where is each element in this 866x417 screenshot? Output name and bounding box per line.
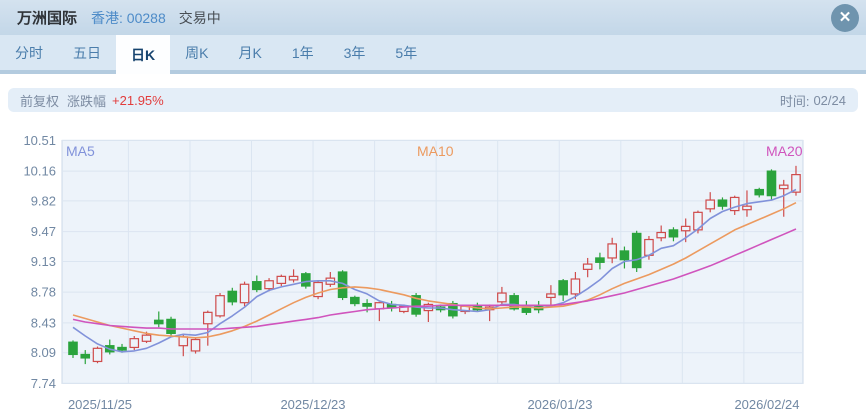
trading-status: 交易中 (179, 8, 221, 28)
candle-body (302, 274, 310, 286)
candle-body (706, 200, 714, 209)
candle-body (632, 233, 640, 267)
x-axis-label: 2025/12/23 (280, 397, 345, 412)
x-axis-label: 2026/01/23 (527, 397, 592, 412)
candle-body (743, 206, 751, 210)
candle (632, 231, 640, 272)
candle-body (142, 335, 150, 341)
candle-body (69, 342, 77, 354)
ma5-label: MA5 (66, 143, 95, 159)
candle-body (228, 291, 236, 302)
candle-body (118, 347, 126, 350)
candle (130, 336, 138, 350)
candle (314, 281, 322, 299)
y-axis-tick: 9.82 (31, 193, 56, 208)
period-tabs: 分时五日日K周K月K1年3年5年 (0, 35, 866, 74)
tab-month-k[interactable]: 月K (223, 35, 276, 70)
candle (167, 317, 175, 336)
tab-day-k[interactable]: 日K (116, 35, 170, 74)
close-icon: ✕ (839, 9, 852, 26)
candle-body (204, 312, 212, 323)
candle-body (253, 282, 261, 290)
candle-body (767, 171, 775, 196)
candle-body (583, 264, 591, 269)
candle-body (93, 348, 101, 361)
candle-body (81, 354, 89, 358)
candle-body (718, 200, 726, 206)
y-axis-tick: 8.43 (31, 315, 56, 330)
candle (216, 293, 224, 318)
candle (767, 169, 775, 200)
stock-code: 香港: 00288 (91, 8, 166, 28)
candle-body (363, 304, 371, 307)
candle-body (780, 185, 788, 189)
candle (191, 338, 199, 354)
tab-minute[interactable]: 分时 (0, 35, 58, 70)
chart-canvas[interactable]: MA5 MA10 MA20 10.51 10.16 9.82 9.47 9.13 8.78 8.4… (0, 118, 866, 417)
candle-body (265, 281, 273, 289)
candle-body (191, 340, 199, 351)
y-axis-tick: 9.13 (31, 254, 56, 269)
candle-body (608, 244, 616, 258)
tab-1y[interactable]: 1年 (277, 35, 329, 70)
y-axis-tick: 8.09 (31, 345, 56, 360)
candle (302, 272, 310, 289)
time-label: 时间: (780, 91, 810, 110)
candle-body (216, 296, 224, 316)
ma10-label: MA10 (417, 143, 454, 159)
tab-3y[interactable]: 3年 (329, 35, 381, 70)
y-axis-tick: 7.74 (31, 376, 56, 391)
candle-body (277, 276, 285, 283)
candle-body (682, 226, 690, 230)
y-axis-tick: 8.78 (31, 285, 56, 300)
candle-body (167, 319, 175, 333)
ma20-label: MA20 (766, 143, 803, 159)
tab-week-k[interactable]: 周K (170, 35, 223, 70)
adjust-mode-label[interactable]: 前复权 (20, 91, 59, 110)
y-axis-tick: 10.51 (23, 133, 56, 148)
candle-body (289, 276, 297, 280)
candle-body (657, 233, 665, 238)
x-axis-label: 2026/02/24 (734, 397, 799, 412)
candle (93, 347, 101, 364)
tab-5day[interactable]: 五日 (58, 35, 116, 70)
candle-body (547, 294, 555, 298)
time-value: 02/24 (813, 93, 846, 108)
candlestick-chart[interactable]: MA5 MA10 MA20 10.51 10.16 9.82 9.47 9.13 8.78 8.4… (0, 118, 866, 417)
y-axis-tick: 10.16 (23, 164, 56, 179)
candle-body (130, 339, 138, 348)
candle (240, 282, 248, 307)
candle-body (596, 258, 604, 262)
info-bar: 前复权 涨跌幅 +21.95% 时间: 02/24 (8, 88, 858, 112)
candle-body (351, 297, 359, 303)
candle-body (179, 337, 187, 346)
change-value: +21.95% (112, 93, 164, 108)
candle-body (240, 284, 248, 302)
candle-body (522, 308, 530, 312)
candle-body (620, 251, 628, 260)
candle (412, 293, 420, 317)
close-button[interactable]: ✕ (831, 4, 859, 32)
change-label: 涨跌幅 (67, 91, 106, 110)
y-axis-tick: 9.47 (31, 224, 56, 239)
title-bar: 万洲国际 香港: 00288 交易中 ✕ (0, 0, 866, 35)
candle-body (559, 281, 567, 295)
x-axis-label: 2025/11/25 (68, 397, 132, 412)
candle-body (498, 293, 506, 302)
candle-body (669, 230, 677, 237)
tab-5y[interactable]: 5年 (380, 35, 432, 70)
stock-name: 万洲国际 (17, 7, 77, 28)
candle-body (755, 190, 763, 195)
stock-chart-widget: 万洲国际 香港: 00288 交易中 ✕ 分时五日日K周K月K1年3年5年 前复… (0, 0, 866, 417)
candle-body (155, 320, 163, 324)
candle-body (571, 279, 579, 294)
